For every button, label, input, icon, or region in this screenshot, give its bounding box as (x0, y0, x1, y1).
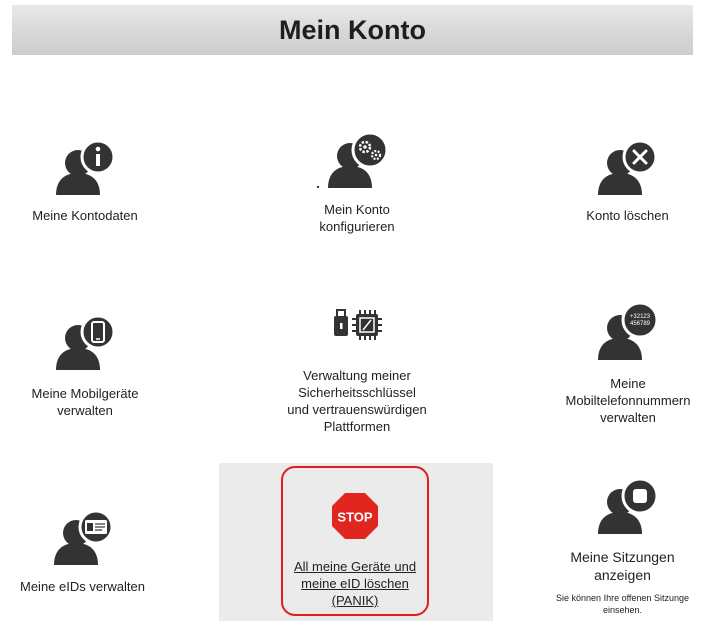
tile-security-keys[interactable]: Verwaltung meiner Sicherheitsschlüssel u… (262, 305, 452, 440)
tile-label: Konto löschen (586, 208, 669, 223)
security-key-chip-icon (334, 309, 382, 340)
person-info-icon (56, 139, 116, 195)
badge-text-bottom: 456789 (630, 321, 651, 327)
tile-account-data[interactable]: Meine Kontodaten (10, 135, 160, 235)
person-settings-icon (328, 131, 389, 188)
person-phone-number-icon: +32123 456789 (598, 301, 659, 360)
tile-label: Meine eIDs verwalten (20, 579, 145, 594)
person-delete-icon (598, 139, 658, 195)
tile-panic-delete-all[interactable]: STOP All meine Geräte und meine eID lösc… (281, 488, 429, 613)
stop-sign-text: STOP (337, 510, 372, 525)
page-header: Mein Konto (12, 5, 693, 55)
person-mobile-icon (56, 314, 116, 370)
panic-link[interactable]: All meine Geräte und meine eID löschen (… (281, 558, 429, 609)
tile-label: Verwaltung meiner Sicherheitsschlüssel u… (287, 368, 427, 434)
stop-sign-icon: STOP (332, 493, 378, 539)
tile-sessions[interactable]: Meine Sitzungen anzeigen Sie können Ihre… (540, 470, 705, 620)
tile-label: Meine Sitzungen anzeigen (570, 549, 675, 583)
decorative-dot (317, 186, 319, 188)
tile-delete-account[interactable]: Konto löschen (560, 135, 695, 235)
person-id-card-icon (54, 509, 114, 565)
person-sessions-icon (598, 477, 659, 534)
page-title: Mein Konto (279, 14, 426, 45)
badge-text-top: +32123 (630, 314, 651, 320)
tile-label: Meine Kontodaten (32, 208, 138, 223)
tile-phone-numbers[interactable]: +32123 456789 Meine Mobiltelefonnummern … (558, 298, 698, 433)
tile-label: Meine Mobiltelefonnummern verwalten (565, 376, 691, 425)
tile-sub-label: Sie können Ihre offenen Sitzunge einsehe… (556, 593, 689, 615)
tile-configure-account[interactable]: Mein Konto konfigurieren (282, 128, 432, 238)
tile-label: Mein Konto konfigurieren (319, 202, 395, 234)
tile-label: Meine Mobilgeräte verwalten (31, 386, 139, 418)
tile-mobile-devices[interactable]: Meine Mobilgeräte verwalten (10, 310, 160, 430)
tile-eids[interactable]: Meine eIDs verwalten (5, 505, 160, 600)
